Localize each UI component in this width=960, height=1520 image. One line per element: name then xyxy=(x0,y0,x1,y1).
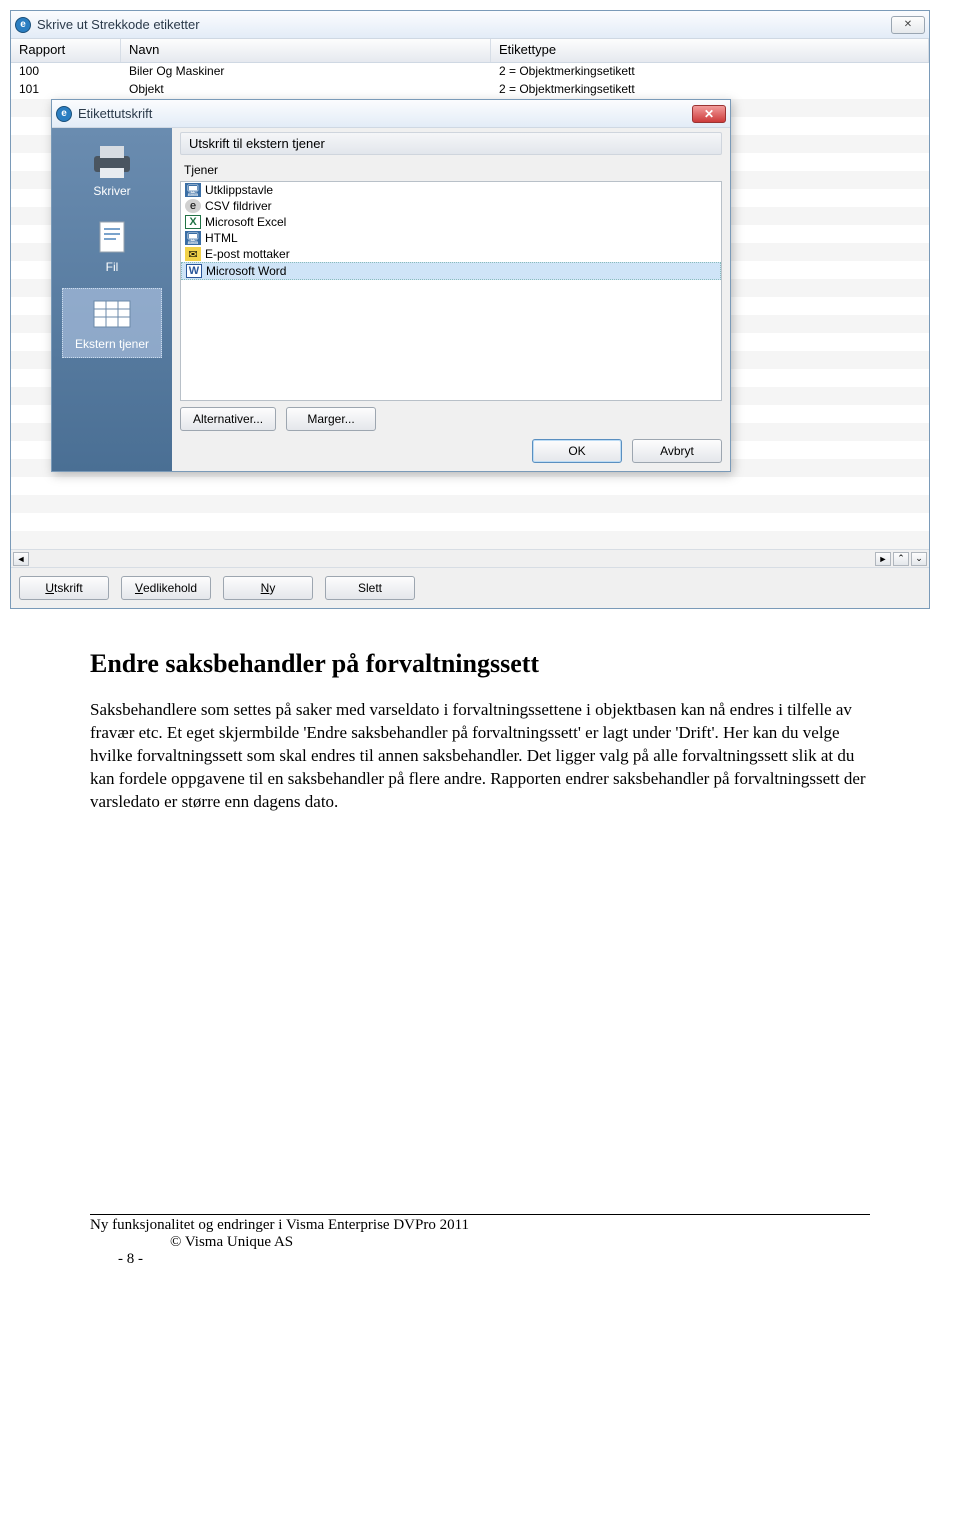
expand-up-icon[interactable]: ⌃ xyxy=(893,552,909,566)
page-footer: Ny funksjonalitet og endringer i Visma E… xyxy=(90,1214,870,1268)
document-body: Endre saksbehandler på forvaltningssett … xyxy=(0,609,960,834)
sidebar-item-skriver[interactable]: Skriver xyxy=(62,136,162,204)
sidebar-item-ekstern[interactable]: Ekstern tjener xyxy=(62,288,162,358)
list-item[interactable]: e CSV fildriver xyxy=(181,198,721,214)
inner-title: Etikettutskrift xyxy=(78,106,152,121)
sidebar: Skriver Fil xyxy=(52,128,172,471)
cell-navn: Objekt xyxy=(121,81,491,99)
list-item-label: CSV fildriver xyxy=(205,199,272,213)
printer-icon xyxy=(88,142,136,180)
doc-heading: Endre saksbehandler på forvaltningssett xyxy=(90,649,870,679)
scroll-left-icon[interactable]: ◄ xyxy=(13,552,29,566)
dialog-footer: Utskrift Vedlikehold Ny Slett xyxy=(11,567,929,608)
server-listbox[interactable]: 🖥 Utklippstavle e CSV fildriver X Micros… xyxy=(180,181,722,401)
mail-icon: ✉ xyxy=(185,247,201,261)
list-item[interactable]: 🖥 Utklippstavle xyxy=(181,182,721,198)
group-label: Tjener xyxy=(180,161,722,179)
scroll-right-icon[interactable]: ► xyxy=(875,552,891,566)
ok-button[interactable]: OK xyxy=(532,439,622,463)
app-icon: e xyxy=(15,17,31,33)
col-etikett[interactable]: Etikettype xyxy=(491,39,929,62)
grid-icon xyxy=(88,295,136,333)
list-item[interactable]: X Microsoft Excel xyxy=(181,214,721,230)
vedlikehold-button[interactable]: Vedlikehold xyxy=(121,576,211,600)
expand-down-icon[interactable]: ⌄ xyxy=(911,552,927,566)
ny-button[interactable]: Ny xyxy=(223,576,313,600)
doc-paragraph: Saksbehandlere som settes på saker med v… xyxy=(90,699,870,814)
outer-dialog: e Skrive ut Strekkode etiketter ✕ Rappor… xyxy=(10,10,930,609)
table-row[interactable]: 101 Objekt 2 = Objektmerkingsetikett xyxy=(11,81,929,99)
list-item-label: Utklippstavle xyxy=(205,183,273,197)
inner-main-title: Utskrift til ekstern tjener xyxy=(180,132,722,155)
list-item[interactable]: W Microsoft Word xyxy=(181,262,721,280)
close-icon[interactable]: ✕ xyxy=(692,105,726,123)
horizontal-scrollbar[interactable]: ◄ ► ⌃ ⌄ xyxy=(11,549,929,567)
cell-rapport: 101 xyxy=(11,81,121,99)
csv-icon: e xyxy=(185,199,201,213)
list-item-label: E-post mottaker xyxy=(205,247,290,261)
excel-icon: X xyxy=(185,215,201,229)
clipboard-icon: 🖥 xyxy=(185,183,201,197)
list-item-label: Microsoft Word xyxy=(206,264,286,278)
inner-dialog: e Etikettutskrift ✕ Skriver xyxy=(51,99,731,472)
marger-button[interactable]: Marger... xyxy=(286,407,376,431)
col-navn[interactable]: Navn xyxy=(121,39,491,62)
inner-titlebar: e Etikettutskrift ✕ xyxy=(52,100,730,128)
table-row[interactable]: 100 Biler Og Maskiner 2 = Objektmerkings… xyxy=(11,63,929,81)
file-icon xyxy=(88,218,136,256)
list-item-label: Microsoft Excel xyxy=(205,215,286,229)
table-body: 100 Biler Og Maskiner 2 = Objektmerkings… xyxy=(11,63,929,99)
cell-navn: Biler Og Maskiner xyxy=(121,63,491,81)
table-header: Rapport Navn Etikettype xyxy=(11,39,929,63)
sidebar-item-label: Ekstern tjener xyxy=(75,337,149,351)
cell-rapport: 100 xyxy=(11,63,121,81)
sidebar-item-label: Skriver xyxy=(93,184,130,198)
outer-titlebar: e Skrive ut Strekkode etiketter ✕ xyxy=(11,11,929,39)
footer-line1: Ny funksjonalitet og endringer i Visma E… xyxy=(90,1217,870,1234)
word-icon: W xyxy=(186,264,202,278)
footer-line2: © Visma Unique AS xyxy=(90,1234,870,1251)
list-item[interactable]: ✉ E-post mottaker xyxy=(181,246,721,262)
html-icon: 🖥 xyxy=(185,231,201,245)
utskrift-button[interactable]: Utskrift xyxy=(19,576,109,600)
app-icon: e xyxy=(56,106,72,122)
alternativer-button[interactable]: Alternativer... xyxy=(180,407,276,431)
sidebar-item-fil[interactable]: Fil xyxy=(62,212,162,280)
list-item[interactable]: 🖥 HTML xyxy=(181,230,721,246)
slett-button[interactable]: Slett xyxy=(325,576,415,600)
cell-etikett: 2 = Objektmerkingsetikett xyxy=(491,81,929,99)
col-rapport[interactable]: Rapport xyxy=(11,39,121,62)
list-item-label: HTML xyxy=(205,231,238,245)
close-icon[interactable]: ✕ xyxy=(891,16,925,34)
outer-title: Skrive ut Strekkode etiketter xyxy=(37,17,200,32)
footer-page-number: - 8 - xyxy=(90,1251,870,1268)
cell-etikett: 2 = Objektmerkingsetikett xyxy=(491,63,929,81)
inner-main: Utskrift til ekstern tjener Tjener 🖥 Utk… xyxy=(172,128,730,471)
avbryt-button[interactable]: Avbryt xyxy=(632,439,722,463)
sidebar-item-label: Fil xyxy=(106,260,119,274)
